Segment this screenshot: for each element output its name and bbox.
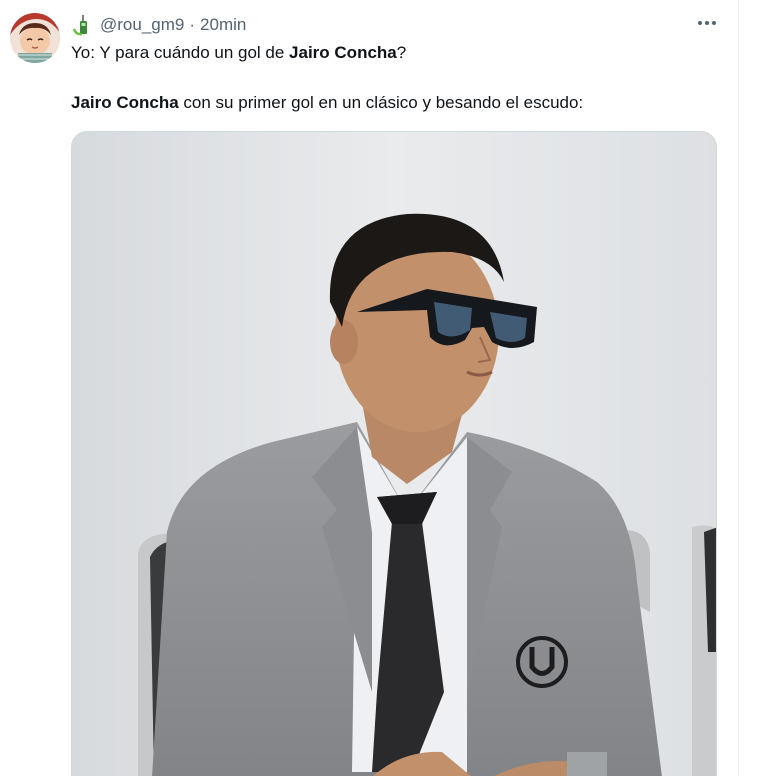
tweet-header: @rou_gm9 · 20min <box>72 14 246 36</box>
mobile-phone-icon <box>72 14 92 36</box>
line2-suffix: con su primer gol en un clásico y besand… <box>178 93 584 112</box>
separator-dot: · <box>189 15 196 34</box>
tweet-text-line-2: Jairo Concha con su primer gol en un clá… <box>71 92 583 114</box>
line1-bold-name: Jairo Concha <box>289 43 397 62</box>
user-handle[interactable]: @rou_gm9 <box>100 15 184 35</box>
more-icon[interactable] <box>693 12 721 34</box>
line1-suffix: ? <box>396 43 407 62</box>
avatar[interactable] <box>10 13 60 63</box>
tweet-text-line-1: Yo: Y para cuándo un gol de Jairo Concha… <box>71 42 406 64</box>
tweet-timestamp[interactable]: 20min <box>200 15 246 35</box>
timeline-divider <box>738 0 739 776</box>
line1-prefix: Yo: Y para cuándo un gol de <box>71 43 290 62</box>
tweet-photo[interactable] <box>71 131 717 776</box>
line2-bold-name: Jairo Concha <box>71 93 179 112</box>
